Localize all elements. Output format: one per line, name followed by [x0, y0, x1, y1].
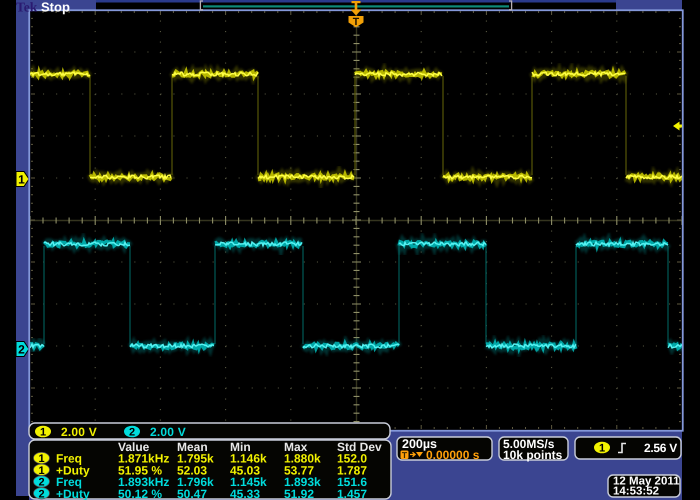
svg-text:Stop: Stop	[41, 0, 70, 15]
svg-text:1: 1	[18, 173, 25, 187]
svg-text:14:53:52: 14:53:52	[613, 486, 659, 498]
svg-text:10k points: 10k points	[503, 448, 563, 462]
svg-text:T: T	[353, 16, 360, 28]
svg-text:2: 2	[38, 477, 44, 489]
svg-text:0.00000 s: 0.00000 s	[426, 448, 480, 462]
svg-text:1: 1	[40, 427, 46, 439]
svg-text:Tek: Tek	[16, 0, 38, 15]
svg-text:2: 2	[38, 488, 44, 500]
svg-text:+Duty: +Duty	[56, 487, 90, 500]
svg-text:1: 1	[38, 453, 44, 465]
svg-text:1: 1	[599, 443, 605, 455]
svg-text:1: 1	[38, 465, 44, 477]
svg-text:T: T	[402, 450, 408, 460]
svg-text:2.00 V: 2.00 V	[61, 425, 97, 439]
svg-text:2: 2	[18, 343, 25, 357]
svg-text:2.56 V: 2.56 V	[644, 441, 677, 455]
svg-text:2: 2	[129, 427, 135, 439]
svg-text:2.00 V: 2.00 V	[150, 425, 186, 439]
